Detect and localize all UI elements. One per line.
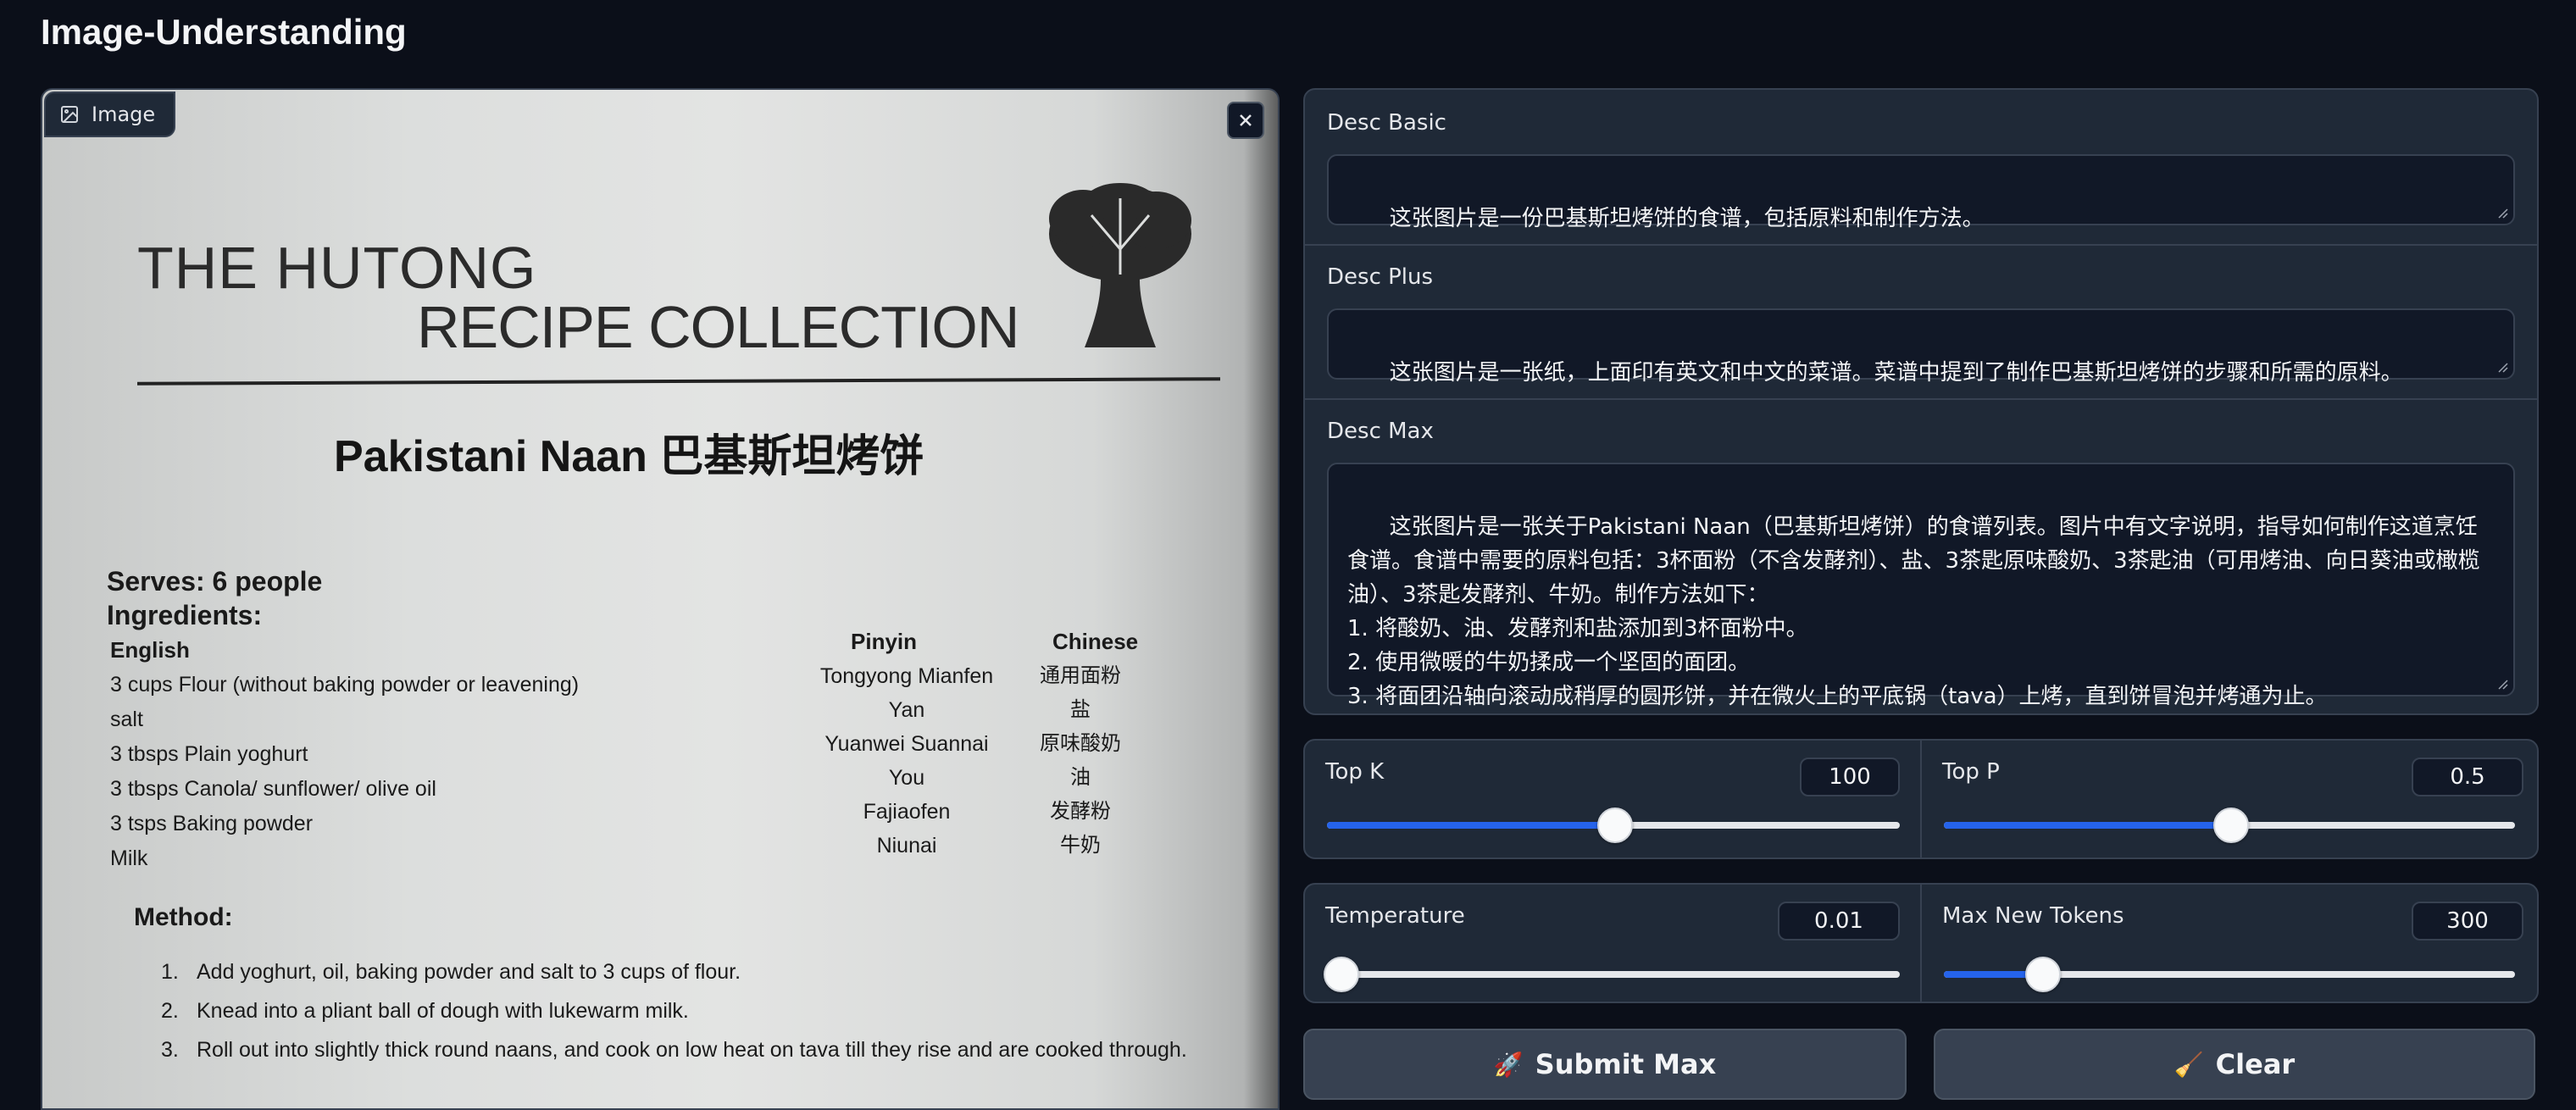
english-ingredient-list: 3 cups Flour (without baking powder or l… <box>110 668 579 876</box>
top-k-track[interactable] <box>1327 808 1900 843</box>
close-icon <box>1240 114 1252 126</box>
uploaded-recipe-image: THE HUTONG RECIPE COLLECTION Pakistani N… <box>42 90 1278 1108</box>
list-item: Tongyong Mianfen <box>819 664 994 688</box>
list-item: 通用面粉 <box>1040 664 1121 687</box>
list-item: 油 <box>1070 766 1091 789</box>
temperature-slider: Temperature 0.01 <box>1305 885 1920 1002</box>
top-p-label: Top P <box>1942 759 2000 785</box>
brand-line2: RECIPE COLLECTION <box>417 294 1019 360</box>
desc-plus-block: Desc Plus 这张图片是一张纸，上面印有英文和中文的菜谱。菜谱中提到了制作… <box>1305 244 2537 400</box>
desc-plus-text: 这张图片是一张纸，上面印有英文和中文的菜谱。菜谱中提到了制作巴基斯坦烤饼的步骤和… <box>1389 360 2403 386</box>
top-p-slider: Top P 0.5 <box>1922 741 2537 857</box>
list-item: 原味酸奶 <box>1040 732 1121 755</box>
brand-rule <box>136 377 1221 386</box>
top-k-slider: Top K 100 <box>1305 741 1920 857</box>
max-new-tokens-label: Max New Tokens <box>1942 903 2124 929</box>
submit-max-label: Submit Max <box>1535 1048 1717 1080</box>
temperature-value-input[interactable]: 0.01 <box>1778 902 1900 941</box>
serves-text: Serves: 6 people <box>107 566 323 597</box>
desc-basic-text: 这张图片是一份巴基斯坦烤饼的食谱，包括原料和制作方法。 <box>1389 206 1985 231</box>
clear-button[interactable]: 🧹 Clear <box>1934 1029 2535 1100</box>
app-title: Image-Understanding <box>41 12 407 52</box>
desc-max-block: Desc Max 这张图片是一张关于Pakistani Naan（巴基斯坦烤饼）… <box>1305 398 2537 713</box>
desc-plus-textbox[interactable]: 这张图片是一张纸，上面印有英文和中文的菜谱。菜谱中提到了制作巴基斯坦烤饼的步骤和… <box>1327 308 2515 386</box>
image-panel[interactable]: THE HUTONG RECIPE COLLECTION Pakistani N… <box>41 88 1280 1110</box>
desc-max-textbox[interactable]: 这张图片是一张关于Pakistani Naan（巴基斯坦烤饼）的食谱列表。图片中… <box>1327 463 2515 709</box>
recipe-title: Pakistani Naan 巴基斯坦烤饼 <box>334 432 924 481</box>
resize-grip-icon[interactable] <box>2496 361 2508 373</box>
top-k-fill <box>1327 822 1613 829</box>
sliders-row-2: Temperature 0.01 Max New Tokens 300 <box>1303 883 2539 1003</box>
rocket-icon: 🚀 <box>1493 1050 1524 1079</box>
temperature-track[interactable] <box>1324 957 1900 992</box>
method-steps: 1. Add yoghurt, oil, baking powder and sa… <box>161 952 1187 1069</box>
clear-label: Clear <box>2215 1048 2296 1080</box>
ingredients-heading: Ingredients: <box>107 600 263 630</box>
description-panel: Desc Basic 这张图片是一份巴基斯坦烤饼的食谱，包括原料和制作方法。 D… <box>1303 88 2539 715</box>
method-heading: Method: <box>134 903 233 931</box>
submit-max-button[interactable]: 🚀 Submit Max <box>1303 1029 1907 1100</box>
list-item: Fajiaofen <box>863 800 951 824</box>
list-item: 牛奶 <box>1060 834 1101 857</box>
list-item: 3 tbsps Canola/ sunflower/ olive oil <box>110 777 436 801</box>
list-item: 3. Roll out into slightly thick round naa… <box>161 1030 1187 1069</box>
max-new-tokens-slider: Max New Tokens 300 <box>1922 885 2537 1002</box>
image-label-text: Image <box>92 103 156 126</box>
top-k-value-input[interactable]: 100 <box>1800 758 1900 796</box>
top-p-thumb[interactable] <box>2213 808 2249 843</box>
list-item: 1. Add yoghurt, oil, baking powder and sa… <box>161 952 1187 991</box>
list-item: Yuanwei Suannai <box>824 732 989 756</box>
step-number: 2. <box>161 999 179 1023</box>
top-p-fill <box>1944 822 2229 829</box>
list-item: 盐 <box>1070 698 1091 721</box>
list-item: salt <box>110 708 143 731</box>
col-english-heading: English <box>110 637 190 663</box>
list-item: Milk <box>110 846 148 870</box>
list-item: You <box>888 766 925 790</box>
max-new-tokens-track[interactable] <box>1944 957 2515 992</box>
list-item: 3 tbsps Plain yoghurt <box>110 742 308 766</box>
desc-max-label: Desc Max <box>1327 419 1434 444</box>
max-new-tokens-thumb[interactable] <box>2024 957 2061 992</box>
list-item: 3 tsps Baking powder <box>110 812 314 835</box>
top-p-value-input[interactable]: 0.5 <box>2412 758 2523 796</box>
desc-basic-block: Desc Basic 这张图片是一份巴基斯坦烤饼的食谱，包括原料和制作方法。 <box>1305 90 2537 246</box>
max-new-tokens-value-input[interactable]: 300 <box>2412 902 2523 941</box>
sliders-row-1: Top K 100 Top P 0.5 <box>1303 739 2539 859</box>
desc-max-text: 这张图片是一张关于Pakistani Naan（巴基斯坦烤饼）的食谱列表。图片中… <box>1347 514 2480 709</box>
list-item: Niunai <box>876 834 937 857</box>
list-item: 3 cups Flour (without baking powder or l… <box>110 673 580 697</box>
col-chinese-heading: Chinese <box>1052 629 1139 654</box>
desc-basic-label: Desc Basic <box>1327 110 1446 136</box>
top-k-thumb[interactable] <box>1597 808 1633 843</box>
step-number: 3. <box>161 1038 179 1062</box>
step-text: Knead into a pliant ball of dough with l… <box>197 999 689 1023</box>
resize-grip-icon[interactable] <box>2496 678 2508 690</box>
step-text: Roll out into slightly thick round naans… <box>197 1038 1187 1062</box>
top-p-track[interactable] <box>1944 808 2515 843</box>
resize-grip-icon[interactable] <box>2496 207 2508 219</box>
tree-logo-icon <box>1049 183 1191 347</box>
step-number: 1. <box>161 960 179 984</box>
list-item: Yan <box>888 698 925 722</box>
temperature-label: Temperature <box>1325 903 1465 929</box>
col-pinyin-heading: Pinyin <box>851 629 918 654</box>
pinyin-ingredient-list: Tongyong Mianfen Yan Yuanwei Suannai You… <box>780 659 1034 863</box>
chinese-ingredient-list: 通用面粉 盐 原味酸奶 油 发酵粉 牛奶 <box>1025 659 1135 863</box>
broom-icon: 🧹 <box>2174 1050 2204 1079</box>
image-icon <box>61 106 78 123</box>
list-item: 2. Knead into a pliant ball of dough with… <box>161 991 1187 1030</box>
temperature-thumb[interactable] <box>1324 957 1359 992</box>
desc-plus-label: Desc Plus <box>1327 264 1434 290</box>
brand-line1: THE HUTONG <box>137 235 537 301</box>
image-component-label: Image <box>44 92 176 137</box>
step-text: Add yoghurt, oil, baking powder and salt… <box>197 960 741 984</box>
list-item: 发酵粉 <box>1050 800 1111 823</box>
desc-basic-textbox[interactable]: 这张图片是一份巴基斯坦烤饼的食谱，包括原料和制作方法。 <box>1327 154 2515 231</box>
clear-image-button[interactable] <box>1227 102 1264 139</box>
top-k-label: Top K <box>1325 759 1385 785</box>
